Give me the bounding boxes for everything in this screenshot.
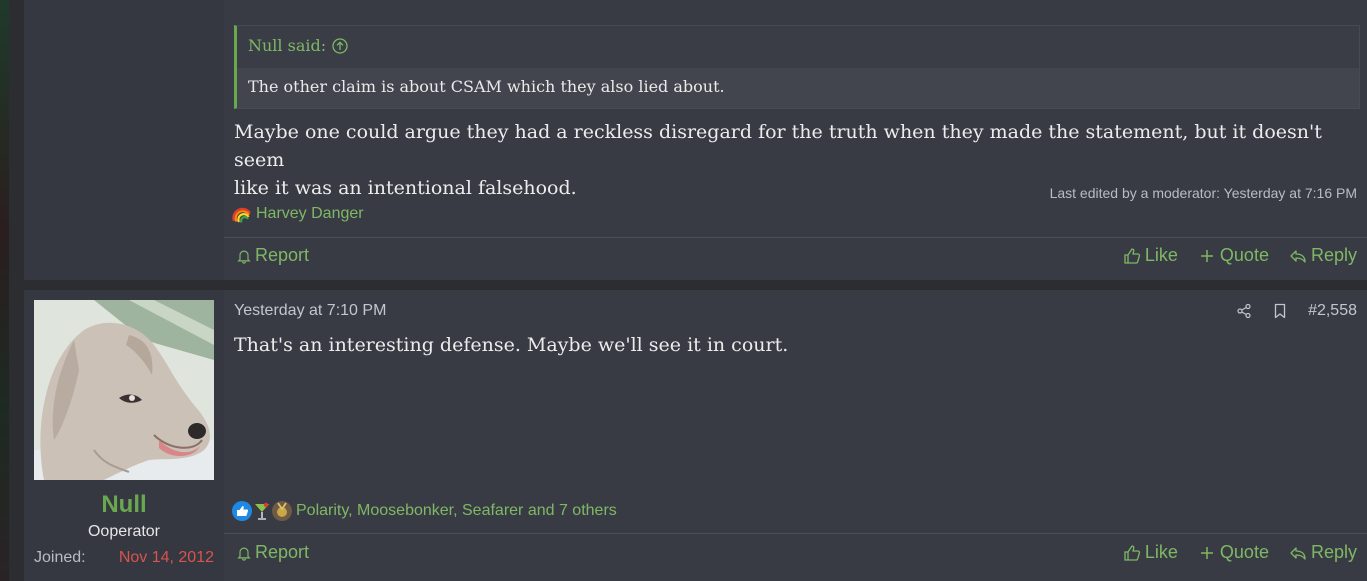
post-body: That's an interesting defense. Maybe we'… [234,334,789,356]
post-actions: Like Quote Reply [1123,245,1357,266]
thumbs-up-icon [1124,544,1140,561]
reply-icon [1290,546,1306,560]
quote-button[interactable]: Quote [1198,245,1269,266]
post-body-line: Maybe one could argue they had a reckles… [234,121,1322,171]
user-title: Ooperator [87,523,161,540]
divider [224,237,1367,238]
quote-header[interactable]: Null said: [248,36,348,55]
like-button[interactable]: Like [1123,542,1178,563]
plus-icon [1200,249,1213,262]
joined-date: Nov 14, 2012 [118,549,214,566]
reply-label: Reply [1310,542,1357,562]
quote-body: The other claim is about CSAM which they… [237,68,1359,108]
reply-label: Reply [1310,245,1357,265]
post-previous: Null said: The other claim is about CSAM… [24,0,1367,280]
report-label: Report [255,542,310,562]
divider [224,533,1367,534]
plus-icon [1200,546,1213,559]
post: Null Ooperator Joined: Nov 14, 2012 Yest… [24,290,1367,581]
rainbow-reaction-icon [232,204,252,224]
avatar[interactable] [34,300,214,480]
user-column [24,0,224,280]
username[interactable]: Null [24,491,224,519]
quote-button[interactable]: Quote [1198,542,1269,563]
post-number[interactable]: #2,558 [1308,302,1357,320]
report-label: Report [255,245,310,265]
post-actions: Like Quote Reply [1123,542,1357,563]
reactions-users[interactable]: Harvey Danger [256,205,364,223]
post-tools: #2,558 [1236,302,1357,320]
medal-reaction-icon [272,501,292,521]
arrow-up-circle-icon[interactable] [332,37,348,54]
background-edge [0,0,9,581]
report-button[interactable]: Report [236,542,309,563]
like-button[interactable]: Like [1123,245,1178,266]
like-reaction-icon [232,501,252,521]
post-main: Yesterday at 7:10 PM #2,558 That's an in… [224,290,1367,581]
reply-button[interactable]: Reply [1289,542,1357,563]
reactions-bar[interactable]: Harvey Danger [232,204,364,224]
reactions-users[interactable]: Polarity, Moosebonker, Seafarer and 7 ot… [296,502,617,520]
joined-label: Joined: [34,549,86,566]
report-button[interactable]: Report [236,245,309,266]
quote-label: Quote [1219,542,1269,562]
like-label: Like [1144,245,1178,265]
quote-label: Quote [1219,245,1269,265]
last-edited-note: Last edited by a moderator: Yesterday at… [1049,185,1357,201]
quote-block: Null said: The other claim is about CSAM… [234,25,1360,109]
reply-button[interactable]: Reply [1289,245,1357,266]
reactions-bar[interactable]: Polarity, Moosebonker, Seafarer and 7 ot… [232,501,617,521]
quote-author[interactable]: Null said: [248,36,326,55]
like-label: Like [1144,542,1178,562]
bell-icon [237,250,251,264]
quote-text: The other claim is about CSAM which they… [248,77,725,96]
bookmark-icon[interactable] [1272,303,1288,319]
post-main: Null said: The other claim is about CSAM… [224,0,1367,280]
bell-icon [237,547,251,561]
post-date[interactable]: Yesterday at 7:10 PM [234,302,386,320]
reply-icon [1290,249,1306,263]
cocktail-reaction-icon [252,501,272,521]
user-column: Null Ooperator Joined: Nov 14, 2012 [24,290,224,581]
share-icon[interactable] [1236,303,1252,319]
thumbs-up-icon [1124,247,1140,264]
